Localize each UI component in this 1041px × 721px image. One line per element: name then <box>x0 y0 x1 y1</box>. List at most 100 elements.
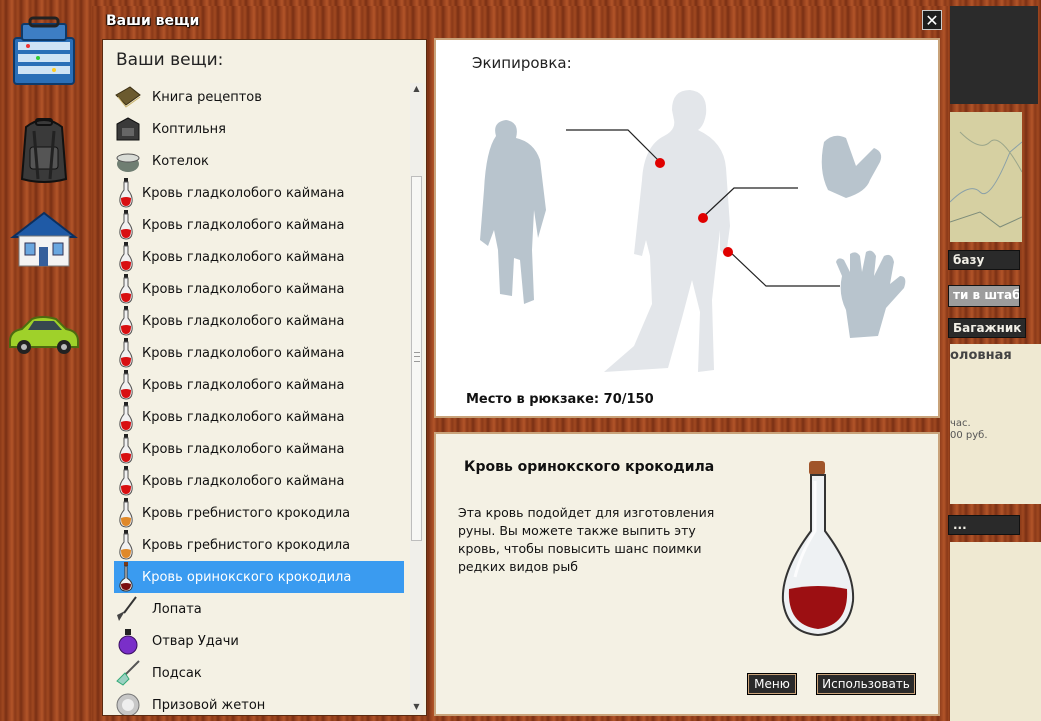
inventory-item[interactable]: Кровь гребнистого крокодила <box>114 529 404 561</box>
backpack-space-label: Место в рюкзаке: 70/150 <box>466 392 654 407</box>
inventory-item[interactable]: Кровь гладколобого каймана <box>114 369 404 401</box>
right-side-panel: базу ти в штаб Багажник оловная час. 00 … <box>948 0 1041 721</box>
back-silhouette-icon <box>480 120 546 304</box>
blood-flask-icon <box>116 274 136 304</box>
info-card: оловная час. 00 руб. <box>950 344 1041 504</box>
blood-flask-icon <box>116 466 136 496</box>
to-base-button[interactable]: базу <box>948 250 1020 270</box>
inventory-item-label: Книга рецептов <box>152 89 262 105</box>
scroll-down-icon[interactable]: ▼ <box>410 701 423 713</box>
inventory-item[interactable]: Кровь гребнистого крокодила <box>114 497 404 529</box>
map-icon <box>950 112 1022 242</box>
inventory-item-label: Кровь гребнистого крокодила <box>142 505 351 521</box>
inventory-item-label: Кровь гладколобого каймана <box>142 345 345 361</box>
inventory-item[interactable]: Кровь гладколобого каймана <box>114 177 404 209</box>
inventory-item[interactable]: Кровь гладколобого каймана <box>114 273 404 305</box>
mitten-icon <box>821 135 882 198</box>
inventory-item[interactable]: Кровь гладколобого каймана <box>114 241 404 273</box>
inventory-item[interactable]: Кровь гладколобого каймана <box>114 209 404 241</box>
to-hq-button[interactable]: ти в штаб <box>948 285 1020 307</box>
inventory-item-label: Кровь гладколобого каймана <box>142 377 345 393</box>
tackle-box-button[interactable] <box>6 16 82 85</box>
dark-flask-icon <box>116 562 136 592</box>
item-detail-description: Эта кровь подойдет для изготовления руны… <box>458 505 715 574</box>
inventory-item[interactable]: Кровь гладколобого каймана <box>114 465 404 497</box>
inventory-item-label: Кровь гладколобого каймана <box>142 409 345 425</box>
item-detail-title: Кровь оринокского крокодила <box>464 459 715 475</box>
inventory-item-label: Кровь гладколобого каймана <box>142 217 345 233</box>
blood-flask-icon <box>116 402 136 432</box>
inventory-dialog: Ваши вещи ✕ Ваши вещи: Книга рецептов Коп… <box>92 6 948 721</box>
inventory-item[interactable]: Кровь гладколобого каймана <box>114 305 404 337</box>
close-icon: ✕ <box>925 11 939 30</box>
inventory-item[interactable]: Подсак <box>114 657 404 689</box>
blood-flask-icon <box>116 434 136 464</box>
equipment-diagram <box>480 90 906 372</box>
grip-icon <box>414 352 420 362</box>
smokehouse-icon <box>114 114 142 144</box>
info-card-line1: час. <box>950 418 971 429</box>
inventory-item-label: Кровь гладколобого каймана <box>142 185 345 201</box>
item-detail-panel: Кровь оринокского крокодила Эта кровь по… <box>434 432 940 716</box>
inventory-item-label: Отвар Удачи <box>152 633 239 649</box>
menu-button[interactable]: Меню <box>747 673 797 695</box>
more-button[interactable]: ... <box>948 515 1020 535</box>
car-button[interactable] <box>6 300 82 366</box>
inventory-panel: Ваши вещи: Книга рецептов Коптильня Котело… <box>102 39 427 716</box>
inventory-item-label: Кровь оринокского крокодила <box>142 569 352 585</box>
inventory-item[interactable]: Коптильня <box>114 113 404 145</box>
inventory-item[interactable]: Котелок <box>114 145 404 177</box>
inventory-item[interactable]: Отвар Удачи <box>114 625 404 657</box>
inventory-item[interactable]: Кровь гладколобого каймана <box>114 433 404 465</box>
scroll-up-icon[interactable]: ▲ <box>410 83 423 95</box>
mini-map[interactable] <box>950 112 1022 242</box>
backpack-button[interactable] <box>6 116 82 183</box>
landing-net-icon <box>114 658 142 688</box>
blood-flask-icon <box>116 338 136 368</box>
scrollbar-thumb[interactable] <box>411 176 422 541</box>
pot-icon <box>114 146 142 176</box>
slot-marker-waist[interactable] <box>698 213 708 223</box>
flask-icon <box>781 461 855 637</box>
inventory-item-label: Кровь гладколобого каймана <box>142 249 345 265</box>
blood-flask-icon <box>116 370 136 400</box>
inventory-item[interactable]: Кровь оринокского крокодила <box>114 561 404 593</box>
inventory-item-label: Кровь гладколобого каймана <box>142 473 345 489</box>
equipment-panel: Экипировка: Место в рюкзаке: 70/150 <box>434 38 940 418</box>
body-silhouette-icon <box>604 90 730 372</box>
inventory-item-label: Кровь гладколобого каймана <box>142 441 345 457</box>
right-lower-card <box>950 542 1041 721</box>
house-icon <box>10 211 78 267</box>
slot-marker-hand[interactable] <box>723 247 733 257</box>
item-list: Книга рецептов Коптильня Котелок Кровь глад… <box>114 81 404 715</box>
item-list-scrollbar[interactable]: ▲ ▼ <box>410 83 423 713</box>
inventory-item[interactable]: Лопата <box>114 593 404 625</box>
inventory-item-label: Призовой жетон <box>152 697 266 713</box>
orange-flask-icon <box>116 530 136 560</box>
tackle-box-icon <box>13 16 75 85</box>
backpack-icon <box>20 118 68 183</box>
inventory-item[interactable]: Кровь гладколобого каймана <box>114 401 404 433</box>
close-button[interactable]: ✕ <box>922 10 942 30</box>
blood-flask-icon <box>116 210 136 240</box>
inventory-item[interactable]: Призовой жетон <box>114 689 404 715</box>
potion-icon <box>114 626 142 656</box>
home-button[interactable] <box>6 206 82 272</box>
dialog-title: Ваши вещи <box>106 13 200 29</box>
inventory-item-label: Кровь гладколобого каймана <box>142 313 345 329</box>
inventory-item[interactable]: Книга рецептов <box>114 81 404 113</box>
inventory-item[interactable]: Кровь гладколобого каймана <box>114 337 404 369</box>
inventory-item-label: Лопата <box>152 601 202 617</box>
trunk-button[interactable]: Багажник <box>948 318 1026 338</box>
inventory-item-label: Кровь гребнистого крокодила <box>142 537 351 553</box>
inventory-heading: Ваши вещи: <box>116 50 224 70</box>
shovel-icon <box>114 594 142 624</box>
info-card-line2: 00 руб. <box>950 430 988 441</box>
right-dark-box <box>950 6 1038 104</box>
token-icon <box>114 690 142 715</box>
use-button[interactable]: Использовать <box>816 673 916 695</box>
slot-marker-torso[interactable] <box>655 158 665 168</box>
inventory-item-label: Коптильня <box>152 121 226 137</box>
orange-flask-icon <box>116 498 136 528</box>
blood-flask-icon <box>116 178 136 208</box>
